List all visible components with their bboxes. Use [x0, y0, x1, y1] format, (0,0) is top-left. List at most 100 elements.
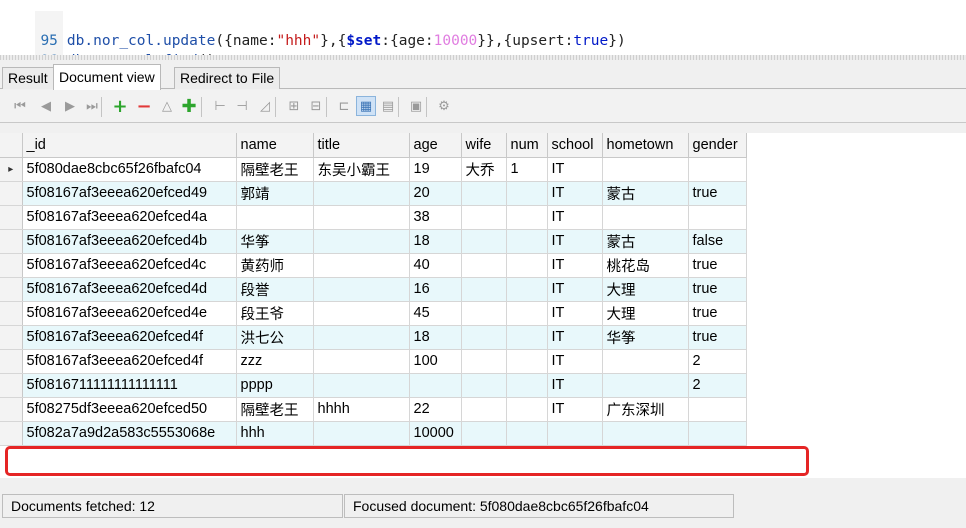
query-editor[interactable]: 95 db.nor_col.update({name:"hhh"},{$set:{…	[0, 0, 966, 56]
cell-gender[interactable]	[688, 205, 747, 230]
cell-title[interactable]: hhhh	[313, 397, 410, 422]
cell-num[interactable]	[506, 277, 548, 302]
row-indicator[interactable]	[0, 229, 23, 254]
cell-title[interactable]: 东吴小霸王	[313, 157, 410, 182]
tab-document-view[interactable]: Document view	[53, 64, 161, 90]
column-header-gender[interactable]: gender	[688, 133, 747, 158]
cell-num[interactable]: 1	[506, 157, 548, 182]
cell-id[interactable]: 5f08167af3eeea620efced4f	[22, 349, 237, 374]
tree-view-icon[interactable]: ⊏	[334, 96, 354, 116]
cell-age[interactable]: 18	[409, 325, 462, 350]
cell-wife[interactable]	[461, 325, 507, 350]
add-field-icon[interactable]: ⊢	[210, 96, 230, 116]
cell-title[interactable]	[313, 373, 410, 398]
cell-hometown[interactable]	[602, 349, 689, 374]
text-view-icon[interactable]: ▤	[378, 96, 398, 116]
row-indicator[interactable]	[0, 325, 23, 350]
cell-id[interactable]: 5f082a7a9d2a583c5553068e	[22, 421, 237, 446]
next-record-icon[interactable]: ▶	[60, 96, 80, 116]
cell-gender[interactable]: true	[688, 301, 747, 326]
cell-hometown[interactable]: 蒙古	[602, 229, 689, 254]
cell-id[interactable]: 5f08275df3eeea620efced50	[22, 397, 237, 422]
cell-name[interactable]: 洪七公	[236, 325, 314, 350]
row-indicator[interactable]	[0, 181, 23, 206]
column-header-title[interactable]: title	[313, 133, 410, 158]
document-grid[interactable]: _id name title age wife num school hometown gend…	[0, 133, 966, 478]
cell-gender[interactable]: true	[688, 277, 747, 302]
cell-id[interactable]: 5f08167af3eeea620efced4c	[22, 253, 237, 278]
cell-gender[interactable]: true	[688, 325, 747, 350]
table-row[interactable]: 5f08167af3eeea620efced4b 华筝 18 IT 蒙古 false	[0, 229, 747, 254]
cell-name[interactable]: 隔壁老王	[236, 397, 314, 422]
cell-gender[interactable]	[688, 157, 747, 182]
cell-hometown[interactable]: 广东深圳	[602, 397, 689, 422]
cell-wife[interactable]	[461, 421, 507, 446]
cell-name[interactable]: 段王爷	[236, 301, 314, 326]
previous-record-icon[interactable]: ◀	[36, 96, 56, 116]
cell-age[interactable]: 18	[409, 229, 462, 254]
column-header-name[interactable]: name	[236, 133, 314, 158]
cell-num[interactable]	[506, 253, 548, 278]
cell-wife[interactable]	[461, 277, 507, 302]
cell-hometown[interactable]	[602, 157, 689, 182]
column-header-school[interactable]: school	[547, 133, 603, 158]
column-header-num[interactable]: num	[506, 133, 548, 158]
tab-result[interactable]: Result	[2, 67, 54, 89]
row-indicator[interactable]	[0, 205, 23, 230]
settings-icon[interactable]: ⚙	[434, 96, 454, 116]
column-header-hometown[interactable]: hometown	[602, 133, 689, 158]
cell-age[interactable]: 45	[409, 301, 462, 326]
cell-name[interactable]: 黄药师	[236, 253, 314, 278]
cell-title[interactable]	[313, 349, 410, 374]
row-indicator[interactable]: ▸	[0, 157, 23, 182]
cell-title[interactable]	[313, 253, 410, 278]
cell-id[interactable]: 5f08167af3eeea620efced4b	[22, 229, 237, 254]
table-row[interactable]: 5f08275df3eeea620efced50 隔壁老王 hhhh 22 IT 广东深圳	[0, 397, 747, 422]
table-row[interactable]: 5f08167af3eeea620efced4c 黄药师 40 IT 桃花岛 true	[0, 253, 747, 278]
code-line-95[interactable]: 95 db.nor_col.update({name:"hhh"},{$set:{…	[0, 11, 626, 51]
cell-school[interactable]: IT	[547, 301, 603, 326]
cell-school[interactable]: IT	[547, 397, 603, 422]
cell-id[interactable]: 5f080dae8cbc65f26fbafc04	[22, 157, 237, 182]
cell-num[interactable]	[506, 397, 548, 422]
cell-num[interactable]	[506, 421, 548, 446]
form-view-icon[interactable]: ⊟	[306, 96, 326, 116]
cell-school[interactable]: IT	[547, 277, 603, 302]
cell-age[interactable]: 16	[409, 277, 462, 302]
cell-wife[interactable]	[461, 349, 507, 374]
cell-school[interactable]: IT	[547, 373, 603, 398]
cell-title[interactable]	[313, 181, 410, 206]
cell-hometown[interactable]: 华筝	[602, 325, 689, 350]
cell-wife[interactable]	[461, 229, 507, 254]
cell-id[interactable]: 5f08167af3eeea620efced4a	[22, 205, 237, 230]
table-row[interactable]: 5f08167af3eeea620efced4f 洪七公 18 IT 华筝 true	[0, 325, 747, 350]
cell-hometown[interactable]: 桃花岛	[602, 253, 689, 278]
cell-school[interactable]: IT	[547, 253, 603, 278]
column-header-id[interactable]: _id	[22, 133, 237, 158]
delete-record-icon[interactable]: −	[134, 96, 154, 117]
first-record-icon[interactable]: ⏮	[10, 96, 30, 116]
table-row[interactable]: 5f082a7a9d2a583c5553068e hhh 10000	[0, 421, 747, 446]
cell-id[interactable]: 5f08167af3eeea620efced49	[22, 181, 237, 206]
cell-age[interactable]: 22	[409, 397, 462, 422]
cell-num[interactable]	[506, 301, 548, 326]
move-up-icon[interactable]: △	[157, 96, 177, 116]
table-row[interactable]: 5f0816711111111111111 pppp IT 2	[0, 373, 747, 398]
cell-num[interactable]	[506, 349, 548, 374]
cell-gender[interactable]	[688, 421, 747, 446]
cell-title[interactable]	[313, 421, 410, 446]
cell-num[interactable]	[506, 325, 548, 350]
table-view-icon[interactable]: ▦	[356, 96, 376, 116]
cell-school[interactable]	[547, 421, 603, 446]
column-header-age[interactable]: age	[409, 133, 462, 158]
row-indicator[interactable]	[0, 253, 23, 278]
row-indicator[interactable]	[0, 277, 23, 302]
cell-hometown[interactable]: 大理	[602, 277, 689, 302]
cell-id[interactable]: 5f08167af3eeea620efced4d	[22, 277, 237, 302]
cell-hometown[interactable]	[602, 205, 689, 230]
cell-school[interactable]: IT	[547, 349, 603, 374]
cell-gender[interactable]	[688, 397, 747, 422]
cell-hometown[interactable]	[602, 421, 689, 446]
table-row[interactable]: ▸ 5f080dae8cbc65f26fbafc04 隔壁老王 东吴小霸王 19 大乔 1 I…	[0, 157, 747, 182]
cell-gender[interactable]: 2	[688, 373, 747, 398]
